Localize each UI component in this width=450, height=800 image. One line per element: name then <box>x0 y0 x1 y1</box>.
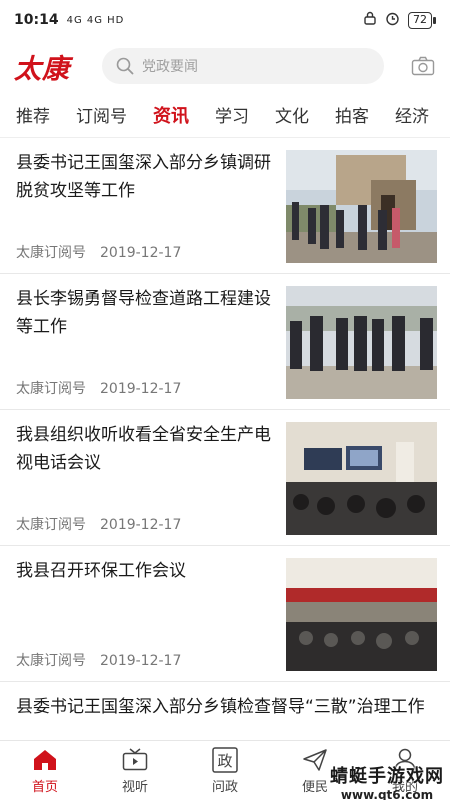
nav-video[interactable]: 视听 <box>90 741 180 800</box>
news-item[interactable]: 我县召开环保工作会议 太康订阅号 2019-12-17 <box>0 546 450 682</box>
nav-inquiry[interactable]: 政 问政 <box>180 741 270 800</box>
tv-icon <box>122 746 148 774</box>
news-title: 县委书记王国玺深入部分乡镇检查督导“三散”治理工作 <box>16 697 425 717</box>
news-title: 我县召开环保工作会议 <box>16 561 186 581</box>
camera-button[interactable] <box>406 49 440 83</box>
nav-video-label: 视听 <box>121 780 148 795</box>
camera-icon <box>411 56 435 76</box>
app-logo[interactable]: 太康 <box>14 47 94 86</box>
nav-home-label: 首页 <box>31 780 58 795</box>
news-item[interactable]: 县委书记王国玺深入部分乡镇检查督导“三散”治理工作 <box>0 682 450 740</box>
watermark-name: 蜻蜓手游戏网 <box>330 766 444 787</box>
watermark-url: www.qt6.com <box>340 788 434 800</box>
battery-icon: 72 <box>408 11 436 29</box>
battery-level: 72 <box>408 11 432 29</box>
news-date: 2019-12-17 <box>100 653 182 669</box>
tab-photographer[interactable]: 拍客 <box>322 102 382 127</box>
news-item[interactable]: 我县组织收听收看全省安全生产电视电话会议 太康订阅号 2019-12-17 <box>0 410 450 546</box>
news-meta: 太康订阅号 2019-12-17 <box>16 242 181 262</box>
search-placeholder: 党政要闻 <box>142 59 198 75</box>
news-thumbnail <box>286 422 437 535</box>
news-feed: 县委书记王国玺深入部分乡镇调研脱贫攻坚等工作 太康订阅号 2019-12-17 <box>0 138 450 740</box>
news-thumbnail <box>286 150 437 263</box>
news-source: 太康订阅号 <box>16 653 86 669</box>
alarm-icon <box>385 11 400 30</box>
news-source: 太康订阅号 <box>16 381 86 397</box>
news-meta: 太康订阅号 2019-12-17 <box>16 650 181 670</box>
tab-recommend[interactable]: 推荐 <box>0 102 63 127</box>
tab-news[interactable]: 资讯 <box>140 102 202 128</box>
news-meta: 太康订阅号 2019-12-17 <box>16 378 181 398</box>
nav-home[interactable]: 首页 <box>0 741 90 800</box>
search-bar[interactable]: 党政要闻 <box>102 48 384 84</box>
nav-inquiry-label: 问政 <box>211 780 238 795</box>
home-icon <box>32 746 58 774</box>
news-date: 2019-12-17 <box>100 245 182 261</box>
news-item[interactable]: 县委书记王国玺深入部分乡镇调研脱贫攻坚等工作 太康订阅号 2019-12-17 <box>0 138 450 274</box>
site-watermark: 蜻蜓手游戏网 www.qt6.com <box>330 762 444 800</box>
news-source: 太康订阅号 <box>16 517 86 533</box>
news-item[interactable]: 县长李锡勇督导检查道路工程建设等工作 太康订阅号 2019-12-17 <box>0 274 450 410</box>
search-icon <box>116 57 134 75</box>
app-header: 太康 党政要闻 <box>0 40 450 92</box>
tab-study[interactable]: 学习 <box>202 102 262 127</box>
news-date: 2019-12-17 <box>100 381 182 397</box>
lock-icon <box>363 11 377 29</box>
signal-icon: 4G 4G HD <box>66 14 125 26</box>
news-title: 我县组织收听收看全省安全生产电视电话会议 <box>16 425 271 473</box>
zheng-icon: 政 <box>212 746 238 774</box>
status-time: 10:14 <box>14 12 59 28</box>
paper-plane-icon <box>302 746 328 774</box>
svg-text:政: 政 <box>217 752 232 770</box>
nav-services-label: 便民 <box>301 780 328 795</box>
tab-economy[interactable]: 经济 <box>382 102 442 127</box>
tab-culture[interactable]: 文化 <box>262 102 322 127</box>
news-thumbnail <box>286 286 437 399</box>
category-tabs: 推荐 订阅号 资讯 学习 文化 拍客 经济 <box>0 92 450 138</box>
news-title: 县委书记王国玺深入部分乡镇调研脱贫攻坚等工作 <box>16 153 271 201</box>
news-source: 太康订阅号 <box>16 245 86 261</box>
tab-subscriptions[interactable]: 订阅号 <box>63 102 140 127</box>
news-thumbnail <box>286 558 437 671</box>
news-meta: 太康订阅号 2019-12-17 <box>16 514 181 534</box>
news-date: 2019-12-17 <box>100 517 182 533</box>
status-bar: 10:14 4G 4G HD 72 <box>0 0 450 40</box>
news-title: 县长李锡勇督导检查道路工程建设等工作 <box>16 289 271 337</box>
